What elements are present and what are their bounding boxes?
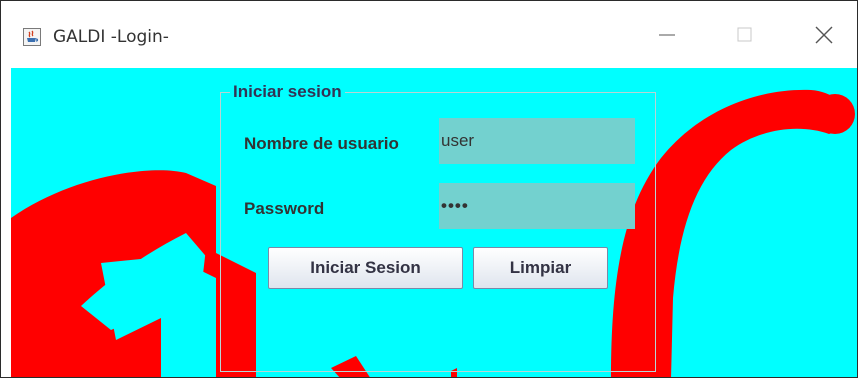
login-button[interactable]: Iniciar Sesion <box>268 247 463 289</box>
close-icon <box>815 26 833 44</box>
password-input[interactable] <box>439 183 635 229</box>
username-input[interactable] <box>439 118 635 164</box>
login-window: GALDI -Login- Iniciar sesion Nombre de u… <box>0 0 858 378</box>
minimize-icon <box>659 34 675 36</box>
minimize-button[interactable] <box>646 15 692 55</box>
title-bar[interactable]: GALDI -Login- <box>1 1 857 67</box>
window-title: GALDI -Login- <box>53 27 169 47</box>
java-app-icon <box>23 28 41 46</box>
panel-legend: Iniciar sesion <box>230 82 345 102</box>
password-label: Password <box>244 199 325 218</box>
close-button[interactable] <box>799 15 845 55</box>
maximize-button[interactable] <box>723 15 769 55</box>
login-panel: Iniciar sesion Nombre de usuario Passwor… <box>220 82 656 372</box>
clear-button[interactable]: Limpiar <box>473 247 608 289</box>
maximize-icon <box>737 27 752 42</box>
username-label: Nombre de usuario <box>244 134 399 153</box>
content-area: Iniciar sesion Nombre de usuario Passwor… <box>11 68 857 377</box>
